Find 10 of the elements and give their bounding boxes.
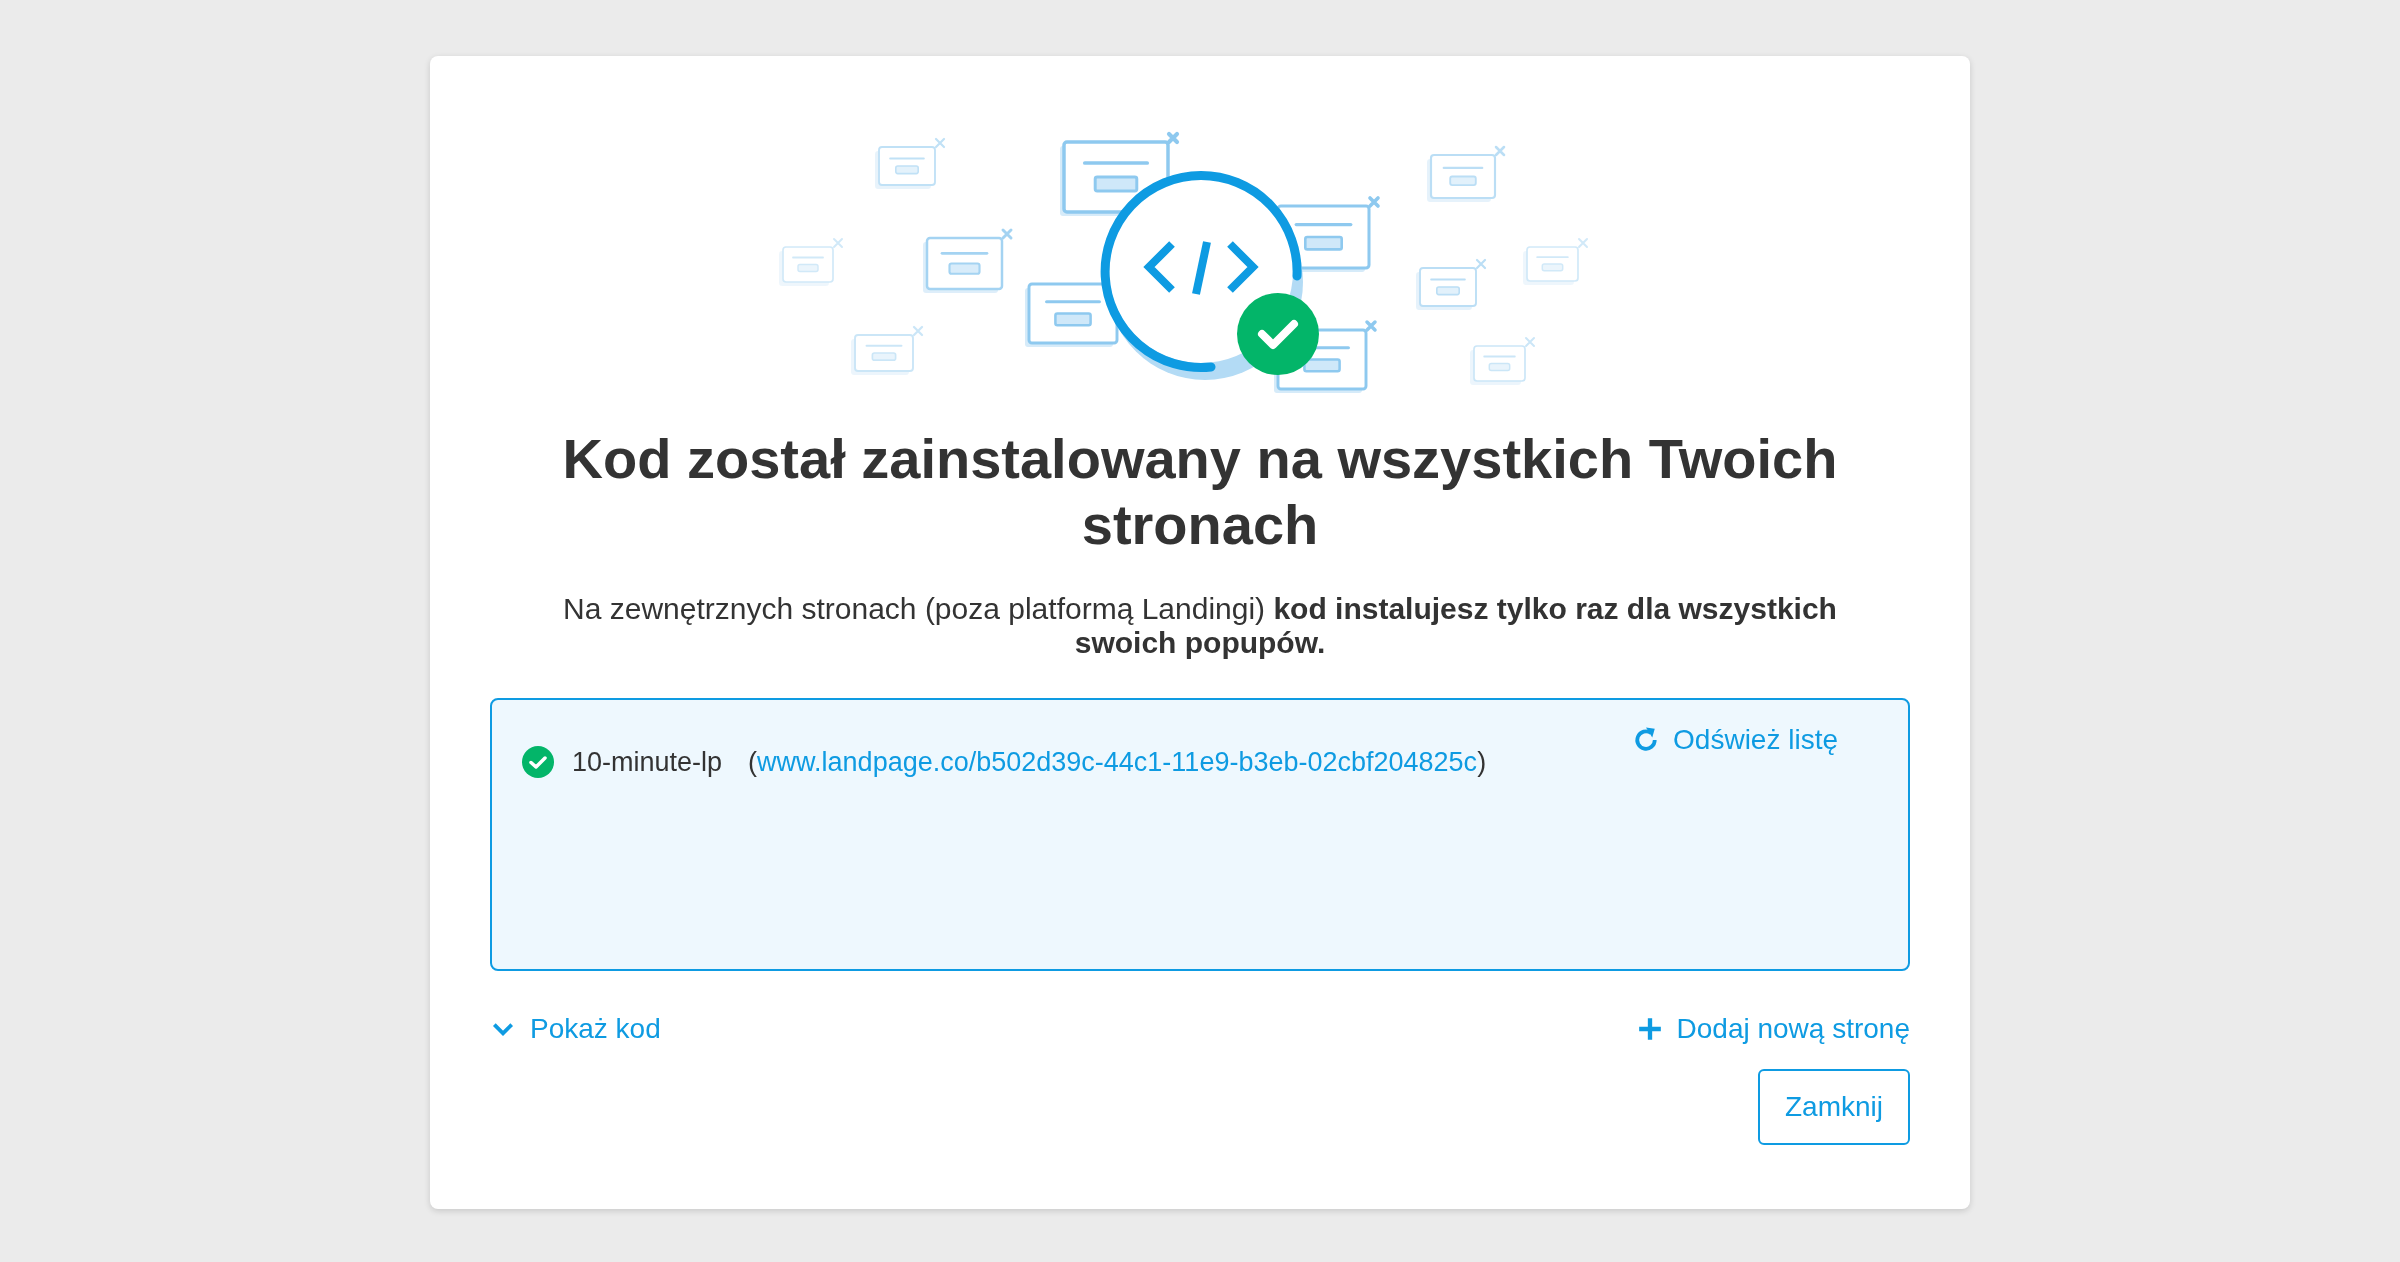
dialog-title: Kod został zainstalowany na wszystkich Twoich stronach [561, 426, 1839, 558]
show-code-link[interactable]: Pokaż kod [490, 1013, 661, 1045]
refresh-list-link[interactable]: Odśwież listę [1631, 720, 1838, 760]
site-name: 10-minute-lp [572, 746, 723, 778]
close-button[interactable]: Zamknij [1758, 1069, 1910, 1145]
site-address: (www.landpage.co/b502d39c-44c1-11e9-b3eb-02cbf204825c) [748, 746, 1487, 778]
add-page-link[interactable]: Dodaj nową stronę [1636, 1013, 1910, 1045]
dialog-description: Na zewnętrznych stronach (poza platformą Landingi) kod instalujesz tylko raz dla wszystkich swoich popupów. [562, 592, 1838, 660]
site-link[interactable]: www.landpage.co/b502d39c-44c1-11e9-b3eb-02cbf204825c [757, 746, 1478, 777]
plus-icon [1636, 1016, 1663, 1042]
